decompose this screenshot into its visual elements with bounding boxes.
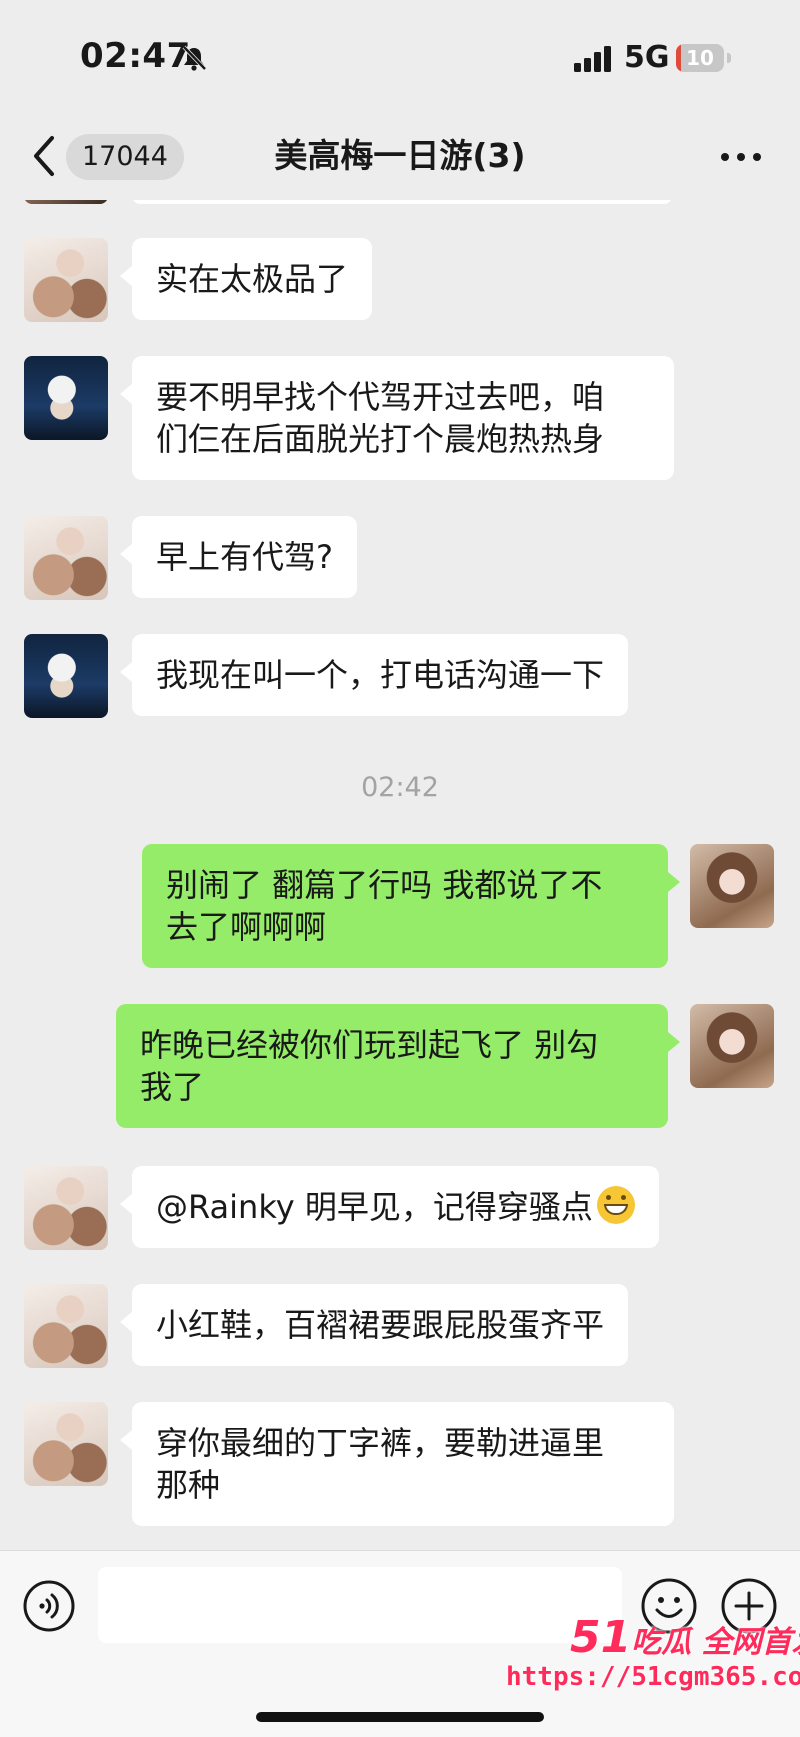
watermark-brand: 51吃瓜 全网首发 — [570, 1612, 800, 1663]
back-chevron-icon[interactable] — [30, 134, 58, 178]
message-bubble[interactable]: 穿你最细的丁字裤，要勒进逼里 那种 — [120, 1402, 674, 1526]
message-text-line: 们仨在后面脱光打个晨炮热热身 — [156, 420, 605, 458]
battery-icon: 10 — [676, 44, 724, 72]
chat-header: 17044 美高梅一日游(3) — [0, 112, 800, 200]
bell-muted-icon — [182, 45, 207, 71]
message-timestamp: 02:42 — [361, 772, 439, 803]
message-text: @Rainky 明早见，记得穿骚点 — [156, 1188, 593, 1226]
avatar[interactable] — [24, 200, 108, 204]
watermark-url: https://51cgm365.com — [506, 1662, 800, 1692]
message-text: 早上有代驾? — [156, 538, 333, 576]
message-bubble[interactable]: @Rainky 明早见，记得穿骚点 — [120, 1166, 659, 1248]
message-bubble[interactable]: 实在太极品了 — [119, 238, 373, 320]
sender-avatar[interactable] — [24, 634, 108, 718]
message-bubble-self[interactable]: 昨晚已经被你们玩到起飞了 别勾 我了 — [116, 1004, 680, 1128]
status-bar: 02:47 5G 10 — [0, 0, 800, 112]
message-text-line: 要不明早找个代驾开过去吧，咱 — [156, 378, 605, 416]
message-bubble — [132, 200, 672, 204]
message-bubble[interactable]: 要不明早找个代驾开过去吧，咱 们仨在后面脱光打个晨炮热热身 — [120, 356, 674, 480]
message-bubble[interactable]: 我现在叫一个，打电话沟通一下 — [119, 634, 629, 716]
sender-avatar[interactable] — [24, 1402, 108, 1486]
message-text-line: 昨晚已经被你们玩到起飞了 别勾 — [140, 1026, 599, 1064]
message-text-line: 那种 — [156, 1466, 221, 1504]
message-bubble[interactable]: 早上有代驾? — [120, 516, 357, 598]
unread-count-badge[interactable]: 17044 — [66, 134, 184, 180]
sender-avatar[interactable] — [24, 238, 108, 322]
watermark-number: 51 — [570, 1612, 632, 1663]
home-indicator — [256, 1712, 544, 1722]
self-avatar[interactable] — [690, 1004, 774, 1088]
watermark-label: 吃瓜 全网首发 — [631, 1625, 800, 1660]
battery-percentage: 10 — [686, 46, 714, 70]
message-text-line: 别闹了 翻篇了行吗 我都说了不 — [166, 866, 603, 904]
chat-title: 美高梅一日游(3) — [274, 136, 526, 175]
network-type: 5G — [624, 40, 670, 75]
sender-avatar[interactable] — [24, 1166, 108, 1250]
message-text-line: 我了 — [140, 1068, 205, 1106]
grinning-face-emoji-icon — [596, 1186, 635, 1224]
self-avatar[interactable] — [690, 844, 774, 928]
cellular-signal-icon — [574, 46, 611, 72]
message-bubble-self[interactable]: 别闹了 翻篇了行吗 我都说了不 去了啊啊啊 — [142, 844, 680, 968]
more-options-icon[interactable] — [718, 142, 764, 172]
message-text: 实在太极品了 — [156, 260, 349, 298]
message-input[interactable] — [98, 1567, 622, 1643]
message-text-line: 穿你最细的丁字裤，要勒进逼里 — [156, 1424, 605, 1462]
status-time: 02:47 — [80, 36, 191, 76]
sender-avatar[interactable] — [24, 516, 108, 600]
message-text: 小红鞋，百褶裙要跟屁股蛋齐平 — [156, 1306, 605, 1344]
message-text: 我现在叫一个，打电话沟通一下 — [156, 656, 605, 694]
battery-cap — [727, 53, 731, 63]
sender-avatar[interactable] — [24, 1284, 108, 1368]
voice-input-icon[interactable] — [22, 1579, 76, 1633]
sender-avatar[interactable] — [24, 356, 108, 440]
message-text-line: 去了啊啊啊 — [166, 908, 327, 946]
message-list[interactable]: 实在太极品了 要不明早找个代驾开过去吧，咱 们仨在后面脱光打个晨炮热热身 早上有… — [0, 200, 800, 1550]
message-bubble[interactable]: 小红鞋，百褶裙要跟屁股蛋齐平 — [119, 1284, 629, 1366]
